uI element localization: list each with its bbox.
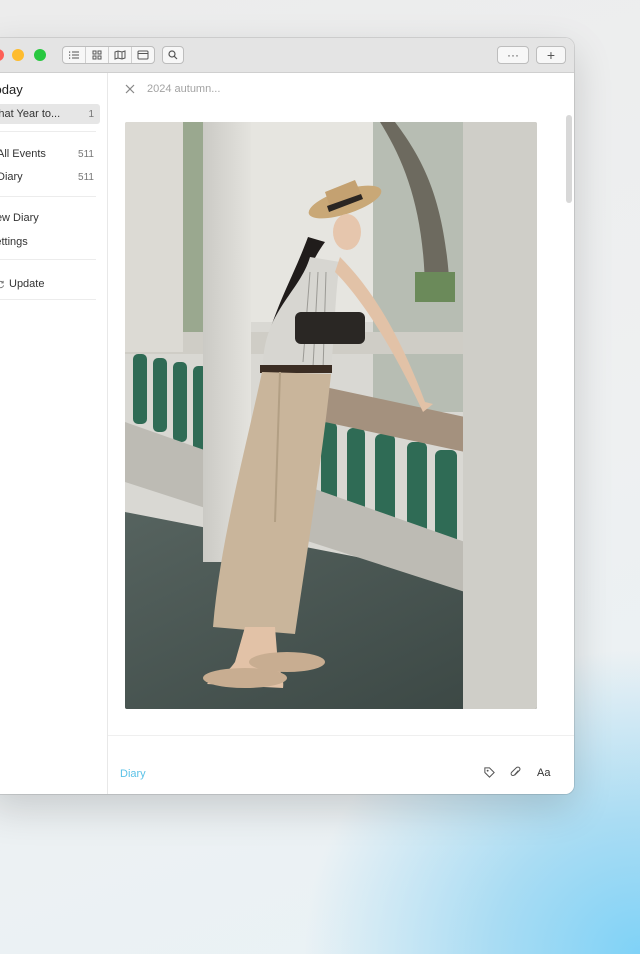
sidebar-divider [0,196,96,197]
refresh-icon [0,280,5,288]
tag-button[interactable] [483,766,497,780]
sidebar-item-label: Diary [0,171,23,183]
sidebar-item-settings[interactable]: Settings [0,232,100,252]
sidebar-item-label: Update [9,278,45,290]
sidebar-item-label: Settings [0,236,28,248]
sidebar-item-count: 511 [78,148,94,160]
plus-icon: + [546,47,556,63]
grid-icon [92,50,102,60]
close-icon [125,84,135,94]
calendar-icon [137,50,149,60]
sidebar-item-what-year[interactable]: What Year to... 1 [0,104,100,124]
close-window-button[interactable] [0,49,4,61]
map-icon [114,50,126,60]
sidebar-divider [0,299,96,300]
tag-icon [484,767,495,778]
sidebar: Today What Year to... 1 All Events 511 D… [0,73,108,794]
sidebar-item-label: New Diary [0,212,39,224]
sidebar-item-label: All Events [0,148,46,160]
search-icon [168,50,178,60]
sidebar-item-new-diary[interactable]: New Diary [0,208,100,228]
entry-editor: 2024 autumn... Diary Aa [108,73,574,794]
more-icon: ··· [507,48,519,62]
list-icon [69,51,79,59]
more-button[interactable]: ··· [497,46,529,64]
content-scrollbar[interactable] [566,115,572,203]
attachment-button[interactable] [509,766,523,780]
zoom-window-button[interactable] [34,49,46,61]
sidebar-divider [0,131,96,132]
notebook-tag[interactable]: Diary [120,768,146,780]
font-format-button[interactable]: Aa [537,767,550,779]
entry-photo[interactable] [125,122,537,709]
add-button[interactable]: + [536,46,566,64]
sidebar-item-count: 511 [78,171,94,183]
list-view-button[interactable] [63,47,86,63]
entry-title-placeholder[interactable]: 2024 autumn... [147,83,220,95]
sidebar-item-today[interactable]: Today [0,79,100,99]
sidebar-item-count: 1 [88,108,94,120]
grid-view-button[interactable] [86,47,109,63]
sidebar-divider [0,259,96,260]
map-view-button[interactable] [109,47,132,63]
sidebar-item-label: What Year to... [0,108,61,120]
sidebar-item-all-events[interactable]: All Events 511 [0,144,100,164]
entry-photo-image [125,122,537,709]
paperclip-icon [510,766,521,777]
window-toolbar: ··· + [0,38,574,73]
sidebar-item-update[interactable]: Update [0,274,100,294]
minimize-window-button[interactable] [12,49,24,61]
sidebar-item-diary[interactable]: Diary 511 [0,167,100,187]
search-button[interactable] [162,46,184,64]
view-switcher [62,46,155,64]
close-entry-button[interactable] [124,82,136,94]
sidebar-item-label: Today [0,81,23,97]
footer-divider [108,735,574,736]
app-window: ··· + Today What Year to... 1 All Events… [0,38,574,794]
calendar-view-button[interactable] [132,47,154,63]
